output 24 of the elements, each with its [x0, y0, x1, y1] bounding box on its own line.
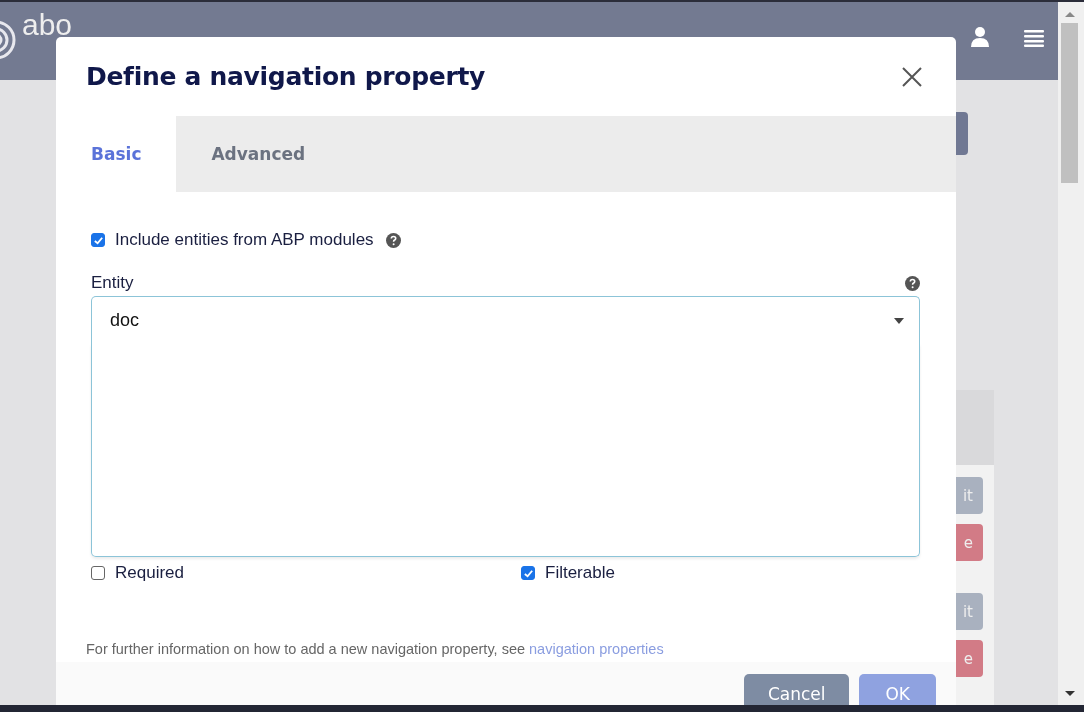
help-icon[interactable]	[385, 232, 401, 248]
close-icon[interactable]	[902, 66, 922, 87]
logo-icon	[0, 20, 16, 60]
menu-icon[interactable]	[1024, 29, 1044, 47]
entity-select[interactable]: doc	[91, 296, 920, 344]
help-icon[interactable]	[905, 275, 920, 291]
info-text: For further information on how to add a new navigation property, see navigation properties	[86, 641, 665, 659]
checkbox[interactable]	[521, 566, 535, 580]
checkbox-label: Include entities from ABP modules	[115, 230, 374, 250]
ok-button[interactable]: OK	[859, 674, 936, 705]
field-label: Entity	[91, 273, 134, 293]
tab[interactable]: Advanced	[176, 116, 341, 192]
checkbox-label: Filterable	[545, 563, 615, 583]
logo-text: abo	[22, 10, 73, 40]
dialog-title: Define a navigation property	[86, 62, 486, 91]
user-icon[interactable]	[970, 26, 990, 48]
scrollbar[interactable]	[1058, 2, 1084, 705]
tab[interactable]: Basic	[56, 116, 177, 192]
caret-icon	[894, 317, 904, 324]
checkbox[interactable]	[91, 566, 105, 580]
cancel-button[interactable]: Cancel	[743, 674, 850, 705]
checkbox-label: Required	[115, 563, 184, 583]
link[interactable]: navigation properties	[529, 641, 664, 657]
checkbox[interactable]	[91, 233, 105, 247]
